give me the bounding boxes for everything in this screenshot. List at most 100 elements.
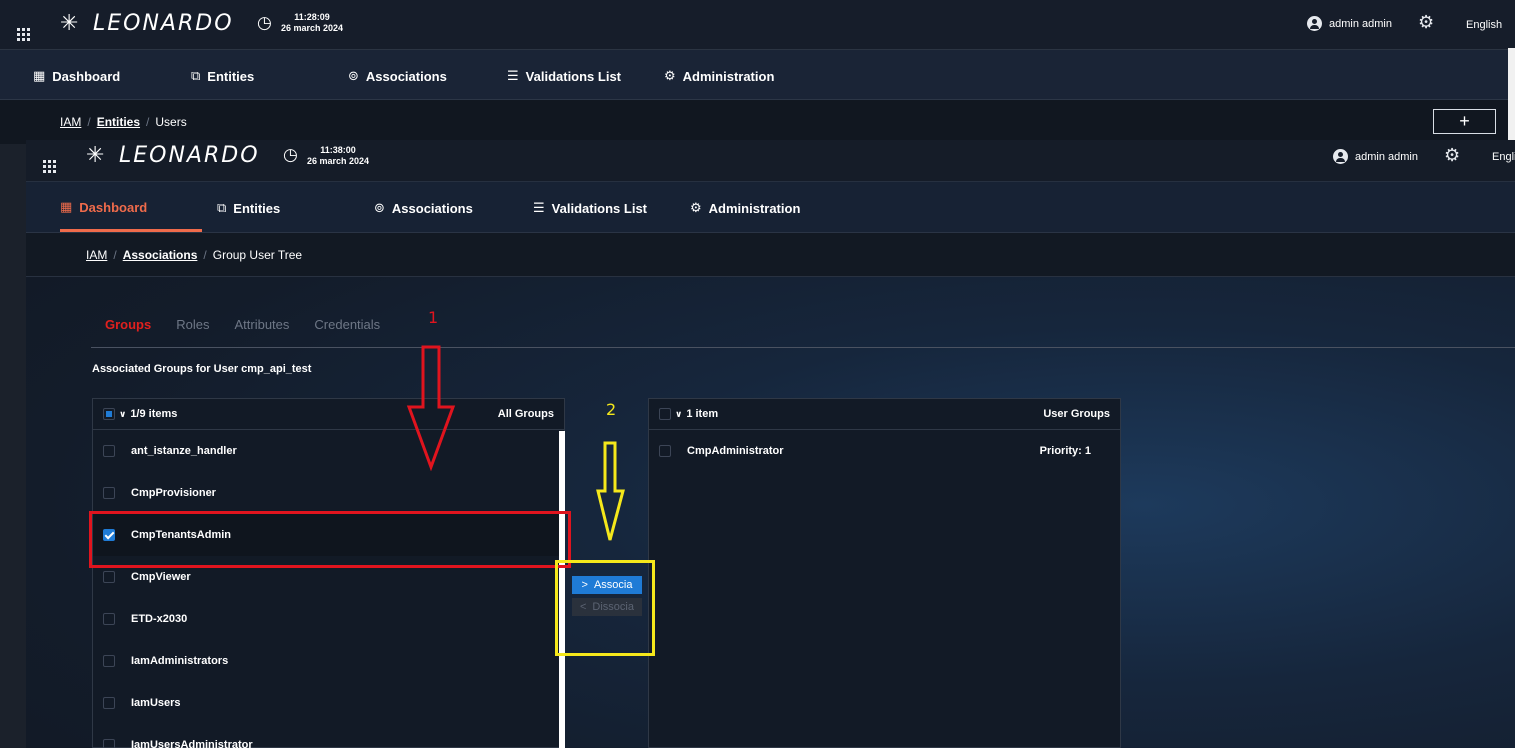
- nav-label: Entities: [233, 200, 281, 216]
- nav-associations[interactable]: ⊚ Associations: [374, 200, 473, 216]
- item-checkbox[interactable]: [103, 739, 115, 748]
- bg-nav-dashboard[interactable]: ▦ Dashboard: [33, 68, 120, 84]
- crumb-iam[interactable]: IAM: [60, 115, 81, 129]
- crumb-iam[interactable]: IAM: [86, 248, 107, 262]
- item-checkbox[interactable]: [103, 571, 115, 583]
- background-scrollbar[interactable]: [1508, 48, 1515, 140]
- annotation-step-1: 1: [428, 308, 439, 327]
- settings-gear-icon[interactable]: ⚙: [1418, 12, 1434, 33]
- background-left-strip: [0, 144, 26, 748]
- annotation-highlight-associate-button: [555, 560, 655, 656]
- language-selector[interactable]: Engli: [1492, 151, 1515, 163]
- dashboard-icon: ▦: [60, 199, 73, 214]
- apps-grid-icon[interactable]: [17, 18, 30, 41]
- bg-nav-label: Entities: [207, 68, 255, 84]
- user-icon: [1307, 16, 1322, 31]
- logo: LEONARDO: [119, 143, 260, 168]
- bg-nav-label: Dashboard: [52, 68, 121, 84]
- list-title: User Groups: [1043, 408, 1110, 420]
- entities-icon: ⧉: [191, 68, 201, 83]
- item-name: ant_istanze_handler: [131, 445, 237, 457]
- annotation-highlight-selected-item: [89, 511, 571, 568]
- background-time: 11:28:09: [294, 12, 330, 22]
- item-name: IamAdministrators: [131, 655, 229, 667]
- background-user-name: admin admin: [1329, 17, 1392, 30]
- list-item[interactable]: CmpAdministrator Priority: 1: [649, 430, 1120, 472]
- nav-validations-list[interactable]: ☰ Validations List: [533, 200, 647, 216]
- item-name: IamUsersAdministrator: [131, 739, 253, 748]
- background-breadcrumb-bar: [0, 100, 1515, 144]
- time: 11:38:00: [320, 145, 356, 155]
- list-header: ∨ 1 item User Groups: [649, 399, 1120, 430]
- leonardo-logo-mark-icon: ✳: [60, 10, 79, 35]
- bg-nav-entities[interactable]: ⧉ Entities: [191, 68, 254, 84]
- bg-nav-associations[interactable]: ⊚ Associations: [348, 68, 447, 84]
- item-count: 1/9 items: [130, 408, 178, 420]
- list-item[interactable]: ant_istanze_handler: [93, 430, 564, 472]
- item-priority: Priority: 1: [1039, 445, 1091, 457]
- datetime: 11:38:00 26 march 2024: [307, 145, 369, 167]
- associations-icon: ⊚: [348, 68, 359, 83]
- item-count: 1 item: [686, 408, 719, 420]
- tab-bar: Groups Roles Attributes Credentials: [105, 317, 380, 332]
- bg-nav-administration[interactable]: ⚙ Administration: [664, 68, 774, 84]
- list-header: ∨ 1/9 items All Groups: [93, 399, 564, 430]
- nav-dashboard[interactable]: ▦ Dashboard: [60, 199, 147, 215]
- item-checkbox[interactable]: [103, 487, 115, 499]
- background-logo: LEONARDO: [93, 11, 234, 36]
- background-language[interactable]: English: [1466, 19, 1502, 31]
- list-item[interactable]: IamUsers: [93, 682, 564, 724]
- select-dropdown-chevron-icon[interactable]: ∨: [675, 409, 682, 420]
- list-item[interactable]: CmpProvisioner: [93, 472, 564, 514]
- item-checkbox[interactable]: [103, 613, 115, 625]
- nav-label: Associations: [391, 200, 473, 216]
- crumb-group-user-tree: Group User Tree: [212, 248, 303, 262]
- item-name: CmpAdministrator: [687, 445, 784, 457]
- list-item[interactable]: ETD-x2030: [93, 598, 564, 640]
- nav-label: Dashboard: [79, 199, 148, 215]
- tab-groups[interactable]: Groups: [105, 317, 151, 332]
- item-checkbox[interactable]: [103, 445, 115, 457]
- tab-credentials[interactable]: Credentials: [314, 317, 380, 332]
- crumb-entities[interactable]: Entities: [97, 115, 140, 129]
- background-date: 26 march 2024: [281, 23, 344, 33]
- bg-nav-label: Administration: [682, 68, 775, 84]
- add-button[interactable]: +: [1433, 109, 1496, 134]
- list-icon: ☰: [507, 68, 519, 83]
- settings-gear-icon[interactable]: ⚙: [1444, 145, 1460, 166]
- section-title: Associated Groups for User cmp_api_test: [92, 363, 312, 375]
- nav-administration[interactable]: ⚙ Administration: [690, 200, 800, 216]
- gear-icon: ⚙: [664, 68, 676, 83]
- bg-nav-validations[interactable]: ☰ Validations List: [507, 68, 621, 84]
- clock-icon: ◷: [283, 145, 298, 164]
- associations-icon: ⊚: [374, 200, 385, 215]
- crumb-associations[interactable]: Associations: [123, 248, 198, 262]
- item-checkbox[interactable]: [659, 445, 671, 457]
- nav-entities[interactable]: ⧉ Entities: [217, 200, 280, 216]
- clock-icon: ◷: [257, 13, 272, 32]
- breadcrumb: IAM / Associations / Group User Tree: [86, 248, 303, 262]
- annotation-arrow-red-icon: [406, 345, 456, 471]
- user-name: admin admin: [1355, 150, 1418, 163]
- list-item[interactable]: IamAdministrators: [93, 640, 564, 682]
- select-all-checkbox[interactable]: [103, 408, 115, 420]
- select-all-checkbox[interactable]: [659, 408, 671, 420]
- apps-grid-icon[interactable]: [43, 150, 56, 173]
- list-icon: ☰: [533, 200, 545, 215]
- tab-roles[interactable]: Roles: [176, 317, 209, 332]
- crumb-users: Users: [155, 115, 187, 129]
- select-dropdown-chevron-icon[interactable]: ∨: [119, 409, 126, 420]
- nav-active-underline: [60, 229, 202, 232]
- item-checkbox[interactable]: [103, 697, 115, 709]
- list-item[interactable]: IamUsersAdministrator: [93, 724, 564, 748]
- dashboard-icon: ▦: [33, 68, 46, 83]
- background-user-menu[interactable]: admin admin: [1307, 16, 1392, 31]
- item-name: IamUsers: [131, 697, 181, 709]
- item-checkbox[interactable]: [103, 655, 115, 667]
- entities-icon: ⧉: [217, 200, 227, 215]
- item-name: CmpProvisioner: [131, 487, 216, 499]
- user-menu[interactable]: admin admin: [1333, 149, 1418, 164]
- background-datetime: 11:28:09 26 march 2024: [281, 12, 343, 34]
- item-name: CmpViewer: [131, 571, 191, 583]
- tab-attributes[interactable]: Attributes: [234, 317, 289, 332]
